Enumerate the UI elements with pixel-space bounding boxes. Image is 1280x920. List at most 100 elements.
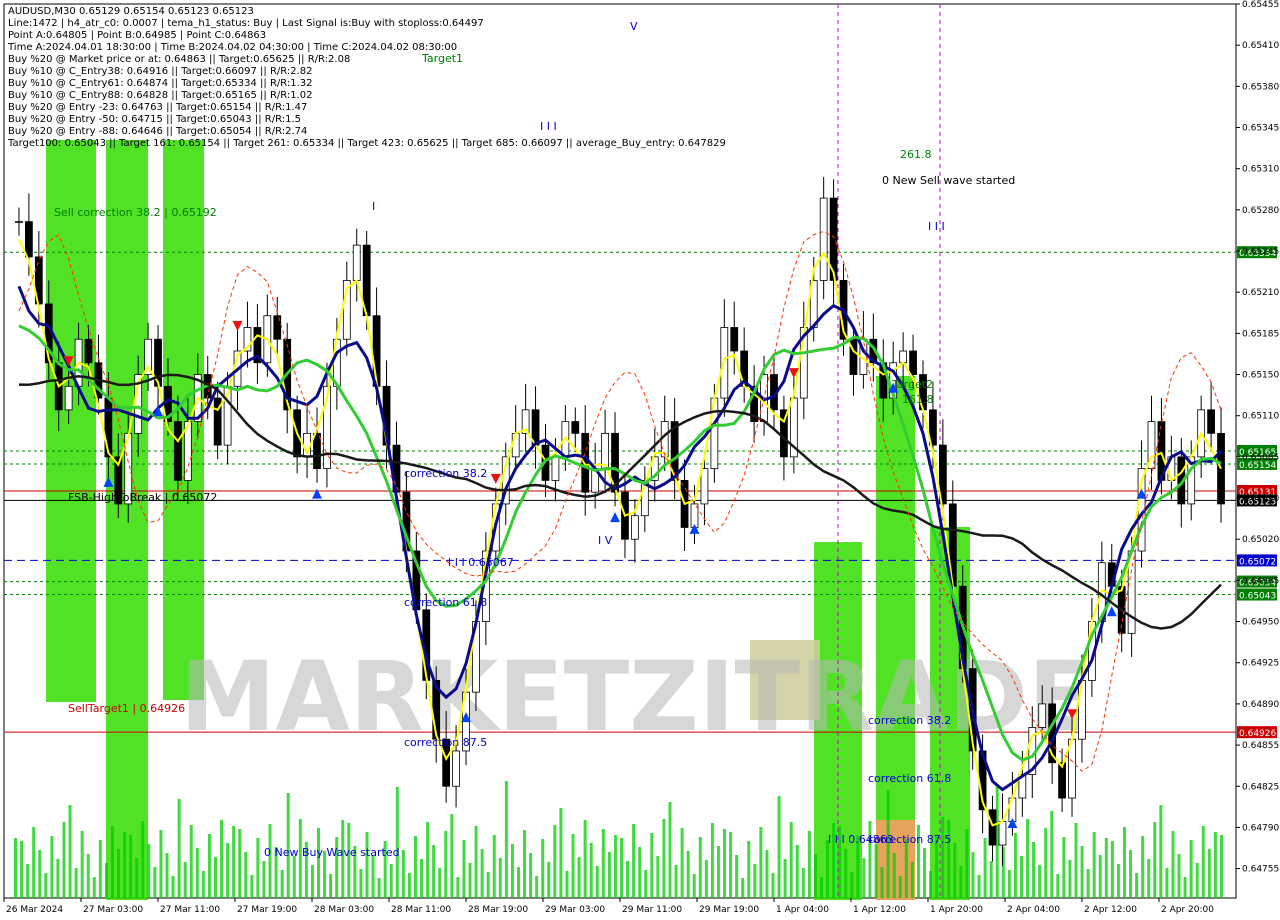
candle-body — [819, 197, 828, 281]
volume-bar — [777, 796, 781, 898]
volume-bar — [959, 866, 963, 898]
volume-bar — [644, 870, 648, 898]
chart-annotation: I — [372, 200, 375, 213]
volume-bar — [674, 865, 678, 898]
chart-canvas[interactable]: MARKETZITRADE0.653340.651650.651540.6513… — [0, 0, 1280, 920]
volume-bar — [801, 868, 805, 898]
candle-body — [84, 338, 93, 364]
volume-bar — [1177, 854, 1181, 898]
chart-annotation: correction 61.8 — [404, 596, 487, 609]
volume-bar — [262, 861, 266, 898]
volume-bar — [20, 841, 24, 898]
volume-bar — [686, 851, 690, 898]
volume-bar — [953, 843, 957, 898]
volume-bar — [26, 864, 30, 898]
volume-bar — [98, 840, 102, 898]
volume-bar — [601, 829, 605, 898]
candle-body — [452, 750, 460, 787]
volume-bar — [965, 829, 969, 898]
volume-bar — [407, 873, 411, 898]
volume-bar — [1044, 828, 1048, 898]
volume-bar — [141, 821, 145, 898]
volume-bar — [365, 832, 369, 898]
y-tick-label: 0.65210 — [1242, 288, 1279, 298]
chart-annotation: correction 87.5 — [404, 736, 487, 749]
y-tick-label: 0.65345 — [1242, 124, 1279, 134]
chart-annotation: V — [630, 20, 638, 33]
volume-bar — [771, 873, 775, 898]
volume-bar — [729, 832, 733, 898]
volume-bar — [498, 858, 502, 898]
volume-bar — [468, 863, 472, 898]
volume-bar — [1110, 841, 1114, 898]
info-line: Point A:0.64805 | Point B:0.64985 | Poin… — [8, 30, 266, 41]
volume-bar — [529, 853, 533, 898]
volume-bar — [492, 835, 496, 898]
info-line: Line:1472 | h4_atr_c0: 0.0007 | tema_h1_… — [8, 18, 484, 29]
volume-bar — [232, 826, 236, 898]
volume-bar — [735, 855, 739, 898]
volume-bar — [486, 872, 490, 898]
volume-bar — [201, 871, 205, 898]
info-line: AUDUSD,M30 0.65129 0.65154 0.65123 0.651… — [8, 6, 254, 17]
volume-bar — [1019, 856, 1023, 898]
volume-bar — [595, 866, 599, 898]
x-tick-label: 28 Mar 03:00 — [314, 905, 374, 915]
volume-bar — [971, 852, 975, 898]
volume-bar — [1135, 873, 1139, 898]
volume-bar — [280, 870, 284, 898]
volume-bar — [226, 843, 230, 898]
info-line: Buy %20 @ Entry -88: 0.64646 || Target:0… — [8, 126, 307, 137]
volume-bar — [880, 867, 884, 898]
x-tick-label: 1 Apr 20:00 — [930, 905, 983, 915]
volume-bar — [292, 856, 296, 898]
volume-bar — [747, 841, 751, 898]
volume-bar — [1104, 838, 1108, 898]
volume-bar — [123, 832, 127, 898]
y-tick-label: 0.65245 — [1242, 247, 1279, 257]
volume-bar — [862, 858, 866, 898]
volume-bar — [626, 861, 630, 898]
volume-bar — [153, 867, 157, 898]
y-tick-label: 0.65380 — [1242, 82, 1279, 92]
volume-bar — [577, 857, 581, 898]
y-tick-label: 0.64925 — [1242, 659, 1279, 669]
candle-body — [601, 432, 609, 470]
chart-annotation: I I I 0.65067 — [448, 556, 514, 569]
x-tick-label: 27 Mar 03:00 — [83, 905, 143, 915]
chart-annotation: 0 New Sell wave started — [882, 174, 1015, 187]
volume-bar — [989, 861, 993, 898]
volume-bar — [559, 808, 563, 898]
volume-bar — [1038, 865, 1042, 898]
y-tick-label: 0.65185 — [1242, 329, 1279, 339]
volume-bar — [62, 822, 66, 898]
y-tick-label: 0.65050 — [1242, 494, 1279, 504]
y-tick-label: 0.65020 — [1242, 535, 1279, 545]
volume-bar — [983, 838, 987, 898]
info-line: Buy %10 @ C_Entry38: 0.64916 || Target:0… — [8, 66, 313, 77]
volume-bar — [632, 824, 636, 898]
volume-bar — [189, 825, 193, 898]
volume-bar — [844, 849, 848, 898]
info-line: Buy %10 @ C_Entry88: 0.64828 || Target:0… — [8, 90, 313, 101]
volume-bar — [1159, 805, 1163, 898]
volume-bar — [698, 837, 702, 898]
volume-bar — [14, 838, 17, 898]
volume-bar — [1068, 860, 1072, 898]
info-line: Target100: 0.65043 || Target 161: 0.6515… — [7, 138, 726, 149]
y-tick-label: 0.64890 — [1242, 700, 1279, 710]
candle-body — [631, 515, 639, 540]
volume-bar — [1056, 874, 1060, 898]
candle-body — [909, 350, 917, 375]
volume-bar — [341, 820, 345, 898]
trading-chart[interactable]: MARKETZITRADE 0.65334 0.65165 0.65154 0.6513… — [0, 0, 1280, 920]
volume-bar — [638, 847, 642, 898]
volume-bar — [50, 836, 54, 898]
volume-bar — [1032, 842, 1036, 898]
volume-bar — [977, 875, 981, 898]
x-tick-label: 2 Apr 20:00 — [1161, 905, 1214, 915]
chart-annotation: correction 61.8 — [868, 772, 951, 785]
y-tick-label: 0.65310 — [1242, 165, 1279, 175]
volume-bar — [220, 820, 224, 898]
candle-body — [581, 432, 590, 493]
